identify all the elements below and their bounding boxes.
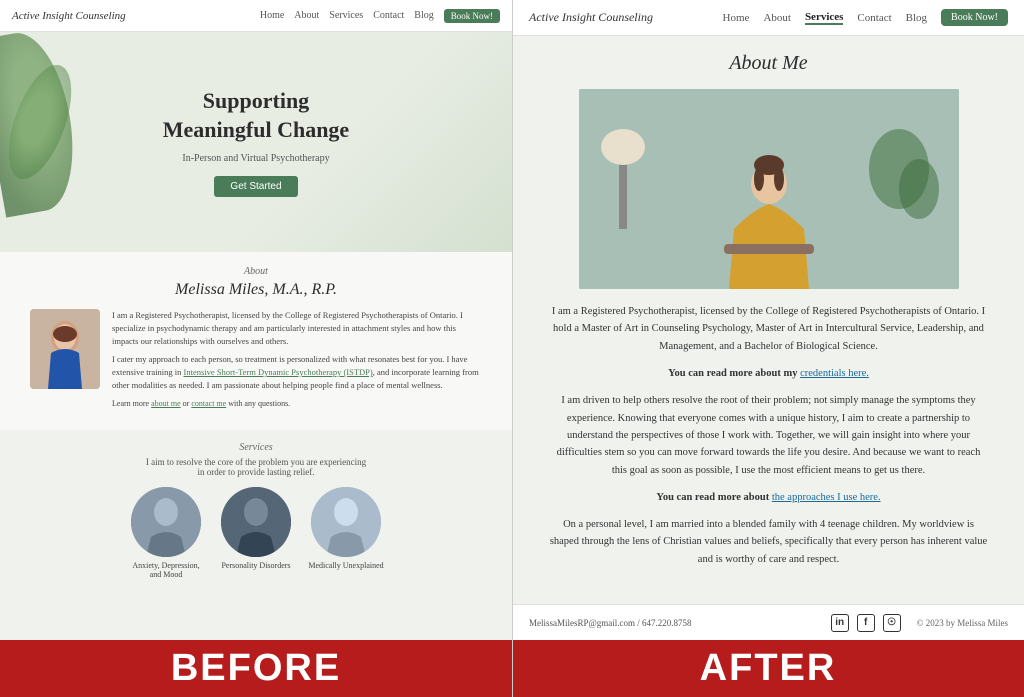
left-nav-contact[interactable]: Contact [373, 10, 404, 21]
left-hero: Supporting Meaningful Change In-Person a… [0, 32, 512, 252]
contact-me-link[interactable]: contact me [191, 399, 226, 408]
after-label: AFTER [512, 647, 1024, 690]
right-nav-contact[interactable]: Contact [857, 12, 891, 24]
left-services-section: Services I aim to resolve the core of th… [0, 430, 512, 591]
right-contact-info: MelissaMilesRP@gmail.com / 647.220.8758 [529, 618, 692, 628]
left-about-section: About Melissa Miles, M.A., R.P. I am [0, 252, 512, 430]
anxiety-label: Anxiety, Depression, and Mood [126, 561, 206, 579]
service-card-medically: Medically Unexplained [306, 487, 386, 579]
left-nav-home[interactable]: Home [260, 10, 284, 21]
right-footer: MelissaMilesRP@gmail.com / 647.220.8758 … [513, 604, 1024, 640]
anxiety-image [131, 487, 201, 557]
left-logo: Active Insight Counseling [12, 10, 126, 22]
left-about-name: Melissa Miles, M.A., R.P. [30, 281, 482, 299]
right-nav-services[interactable]: Services [805, 11, 843, 25]
panel-divider [512, 0, 513, 697]
right-logo: Active Insight Counseling [529, 10, 653, 25]
right-credentials-line: You can read more about my credentials h… [549, 365, 989, 382]
right-nav: Active Insight Counseling Home About Ser… [513, 0, 1024, 36]
personality-label: Personality Disorders [216, 561, 296, 570]
left-cta-button[interactable]: Get Started [214, 176, 297, 197]
left-book-button[interactable]: Book Now! [444, 9, 500, 23]
approaches-link[interactable]: the approaches I use here. [772, 492, 881, 503]
right-approaches-line: You can read more about the approaches I… [549, 489, 989, 506]
right-book-button[interactable]: Book Now! [941, 9, 1008, 26]
right-para2: I am driven to help others resolve the r… [549, 392, 989, 479]
right-nav-links: Home About Services Contact Blog Book No… [723, 9, 1008, 26]
istdp-link[interactable]: Intensive Short-Term Dynamic Psychothera… [184, 367, 373, 377]
left-nav-links: Home About Services Contact Blog Book No… [260, 9, 500, 23]
left-nav-blog[interactable]: Blog [414, 10, 433, 21]
credentials-link[interactable]: credentials here. [800, 368, 869, 379]
left-nav-services[interactable]: Services [329, 10, 363, 21]
right-about-heading: About Me [537, 52, 1000, 75]
facebook-icon[interactable]: f [857, 614, 875, 632]
left-hero-subheading: In-Person and Virtual Psychotherapy [182, 153, 329, 164]
right-content: About Me [513, 36, 1024, 604]
page-wrapper: Active Insight Counseling Home About Ser… [0, 0, 1024, 697]
right-panel: Active Insight Counseling Home About Ser… [512, 0, 1024, 640]
left-nav: Active Insight Counseling Home About Ser… [0, 0, 512, 32]
right-therapist-photo [579, 89, 959, 289]
left-services-label: Services [30, 442, 482, 453]
linkedin-icon[interactable]: in [831, 614, 849, 632]
left-services-description: I aim to resolve the core of the problem… [30, 457, 482, 477]
service-card-anxiety: Anxiety, Depression, and Mood [126, 487, 206, 579]
medically-label: Medically Unexplained [306, 561, 386, 570]
left-panel: Active Insight Counseling Home About Ser… [0, 0, 512, 640]
right-para3: On a personal level, I am married into a… [549, 516, 989, 568]
right-body-text: I am a Registered Psychotherapist, licen… [549, 303, 989, 568]
right-para1: I am a Registered Psychotherapist, licen… [549, 303, 989, 355]
about-me-link[interactable]: about me [151, 399, 181, 408]
left-about-content: I am a Registered Psychotherapist, licen… [30, 309, 482, 416]
right-nav-about[interactable]: About [763, 12, 791, 24]
right-social-icons: in f ☉ [831, 614, 901, 632]
left-avatar [30, 309, 100, 389]
right-nav-home[interactable]: Home [723, 12, 750, 24]
right-nav-blog[interactable]: Blog [906, 12, 927, 24]
right-copyright: © 2023 by Melissa Miles [917, 618, 1008, 628]
medically-image [311, 487, 381, 557]
left-about-text: I am a Registered Psychotherapist, licen… [112, 309, 482, 416]
left-hero-heading: Supporting Meaningful Change [163, 87, 349, 144]
left-nav-about[interactable]: About [294, 10, 319, 21]
service-card-personality: Personality Disorders [216, 487, 296, 579]
personality-image [221, 487, 291, 557]
left-about-label: About [30, 266, 482, 277]
left-service-cards: Anxiety, Depression, and Mood Personalit… [30, 487, 482, 579]
instagram-icon[interactable]: ☉ [883, 614, 901, 632]
before-label: BEFORE [0, 647, 512, 690]
